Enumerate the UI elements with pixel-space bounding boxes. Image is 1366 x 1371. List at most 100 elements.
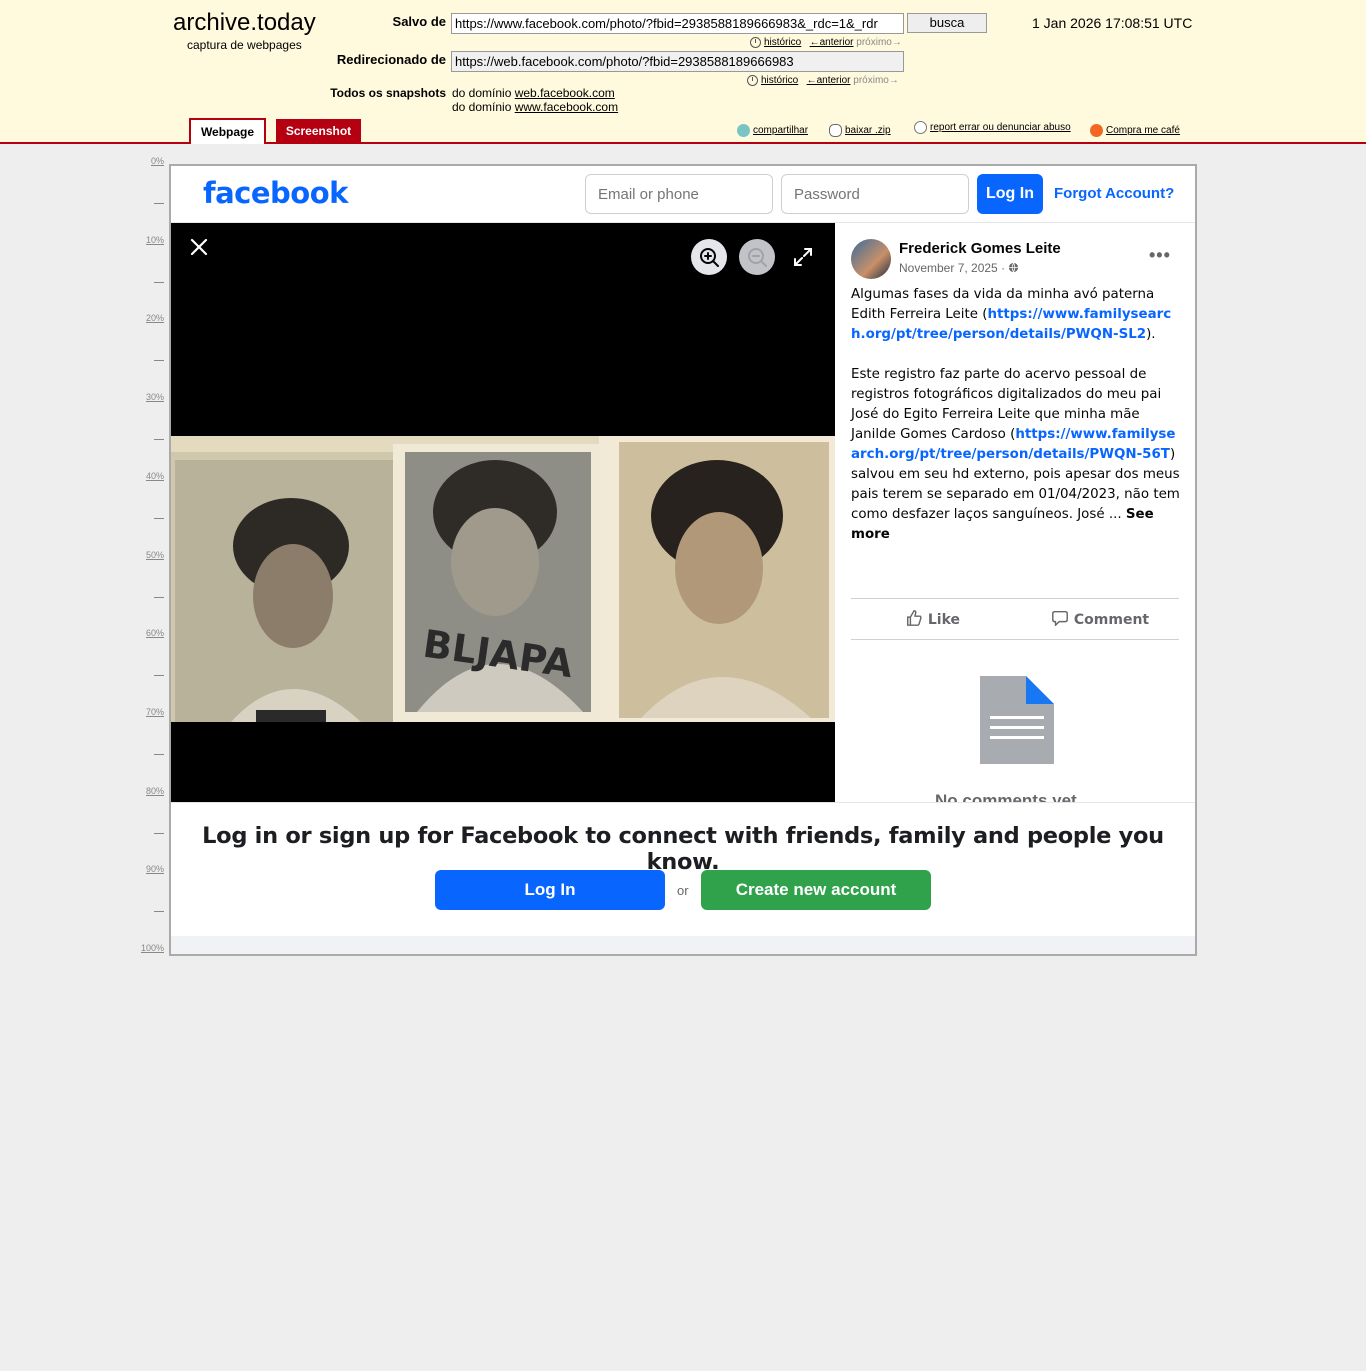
tab-webpage[interactable]: Webpage: [189, 118, 266, 144]
download-label: baixar .zip: [845, 125, 891, 137]
ruler-label[interactable]: 80%: [138, 786, 164, 796]
zoom-out-icon: [748, 248, 767, 267]
comment-label: Comment: [1073, 612, 1150, 628]
more-options-icon[interactable]: •••: [1149, 245, 1171, 266]
ruler-label[interactable]: 20%: [138, 313, 164, 323]
ruler-tick: [154, 753, 164, 755]
avatar[interactable]: [851, 239, 891, 279]
ruler-label[interactable]: 60%: [138, 628, 164, 638]
history-link[interactable]: histórico: [761, 75, 798, 86]
ruler-tick: [154, 203, 164, 204]
comment-button[interactable]: Comment: [1051, 609, 1149, 628]
fullscreen-icon[interactable]: [791, 245, 815, 269]
signup-login-button[interactable]: Log In: [435, 870, 665, 910]
comment-icon: [1052, 610, 1068, 626]
zoom-in-button[interactable]: [691, 239, 727, 275]
post-date: November 7, 2025 ·: [899, 261, 1019, 275]
create-account-button[interactable]: Create new account: [701, 870, 931, 910]
tab-screenshot[interactable]: Screenshot: [276, 119, 361, 143]
history-clock-icon: [747, 75, 758, 86]
share-link[interactable]: compartilhar: [737, 124, 808, 137]
previous-link[interactable]: ←anterior: [810, 37, 854, 48]
signup-title: Log in or sign up for Facebook to connec…: [202, 823, 1164, 875]
post-panel: Frederick Gomes Leite November 7, 2025 ·…: [835, 223, 1195, 803]
domain-line-1: do domínio web.facebook.com: [452, 86, 615, 100]
domain-link-www[interactable]: www.facebook.com: [515, 100, 618, 114]
share-icon: [737, 124, 750, 137]
coffee-label: Compra me café: [1106, 125, 1180, 137]
like-label: Like: [927, 612, 961, 628]
redirected-url-input[interactable]: [451, 51, 904, 72]
post-text-1b: ).: [1146, 327, 1156, 342]
domain-prefix: do domínio: [452, 86, 512, 100]
ruler-label[interactable]: 90%: [138, 864, 164, 874]
family-photo[interactable]: BLJAPA: [171, 436, 835, 722]
coffee-link[interactable]: Compra me café: [1090, 124, 1180, 137]
post-actions: Like Comment: [851, 598, 1179, 640]
post-paragraph-2: Este registro faz parte do acervo pessoa…: [851, 365, 1183, 545]
archive-header: archive.today captura de webpages Salvo …: [0, 0, 1366, 144]
snapshot-frame: facebook Log In Forgot Account?: [169, 164, 1197, 956]
ruler-tick: [154, 911, 164, 913]
globe-icon: [1009, 262, 1019, 273]
redirected-label: Redirecionado de: [336, 52, 446, 67]
report-label: report errar ou denunciar abuso: [930, 122, 1071, 134]
ruler-tick: [154, 596, 164, 598]
archive-logo[interactable]: archive.today: [173, 9, 316, 37]
signup-banner: Log in or sign up for Facebook to connec…: [171, 802, 1195, 936]
download-zip-link[interactable]: baixar .zip: [829, 124, 891, 137]
ruler-label[interactable]: 30%: [138, 392, 164, 402]
post-paragraph-1: Algumas fases da vida da minha avó pater…: [851, 285, 1183, 345]
cloud-download-icon: [829, 124, 842, 137]
thumbs-up-icon: [906, 610, 922, 626]
domain-link-web[interactable]: web.facebook.com: [515, 86, 615, 100]
previous-link[interactable]: ←anterior: [807, 75, 851, 86]
zoom-out-button[interactable]: [739, 239, 775, 275]
photo-collage: BLJAPA: [171, 436, 835, 722]
redirected-nav-links: histórico ←anterior próximo→: [747, 75, 899, 86]
domain-line-2: do domínio www.facebook.com: [452, 100, 618, 114]
document-icon: [980, 676, 1054, 764]
ruler-tick: [154, 517, 164, 519]
ruler-tick: [154, 281, 164, 283]
author-name[interactable]: Frederick Gomes Leite: [899, 240, 1061, 257]
forgot-account-link[interactable]: Forgot Account?: [1054, 185, 1174, 202]
ruler-label[interactable]: 10%: [138, 235, 164, 245]
ruler-label[interactable]: 50%: [138, 550, 164, 560]
lightbulb-icon: [914, 121, 927, 134]
search-button[interactable]: busca: [907, 13, 987, 33]
ruler-label[interactable]: 70%: [138, 707, 164, 717]
share-label: compartilhar: [753, 125, 809, 137]
history-link[interactable]: histórico: [764, 37, 801, 48]
like-button[interactable]: Like: [905, 609, 960, 628]
ruler-tick: [154, 439, 164, 441]
email-input[interactable]: [585, 174, 773, 214]
photo-viewer: BLJAPA: [171, 223, 835, 803]
facebook-logo[interactable]: facebook: [203, 176, 348, 210]
report-link[interactable]: report errar ou denunciar abuso: [914, 121, 1071, 134]
ruler-tick: [154, 360, 164, 362]
saved-from-label: Salvo de: [392, 14, 446, 29]
post-date-text[interactable]: November 7, 2025: [899, 261, 998, 275]
ruler-label[interactable]: 0%: [138, 156, 164, 166]
monero-icon: [1090, 124, 1103, 137]
password-input[interactable]: [781, 174, 969, 214]
archive-tagline: captura de webpages: [187, 38, 302, 52]
saved-from-url-input[interactable]: [451, 13, 904, 34]
ruler-label[interactable]: 100%: [138, 943, 164, 953]
ruler-label[interactable]: 40%: [138, 471, 164, 481]
zoom-in-icon: [700, 248, 719, 267]
history-clock-icon: [750, 37, 761, 48]
close-icon[interactable]: [187, 235, 211, 259]
next-link: próximo→: [853, 75, 899, 87]
facebook-topbar: facebook Log In Forgot Account?: [171, 166, 1195, 223]
ruler-tick: [154, 832, 164, 834]
login-button[interactable]: Log In: [977, 174, 1043, 214]
post-text: Algumas fases da vida da minha avó pater…: [851, 285, 1183, 565]
all-snapshots-label: Todos os snapshots: [330, 86, 446, 100]
date-separator: ·: [997, 261, 1009, 275]
next-link: próximo→: [856, 37, 902, 49]
ruler-tick: [154, 675, 164, 677]
capture-timestamp: 1 Jan 2026 17:08:51 UTC: [1032, 15, 1193, 31]
domain-prefix: do domínio: [452, 100, 512, 114]
